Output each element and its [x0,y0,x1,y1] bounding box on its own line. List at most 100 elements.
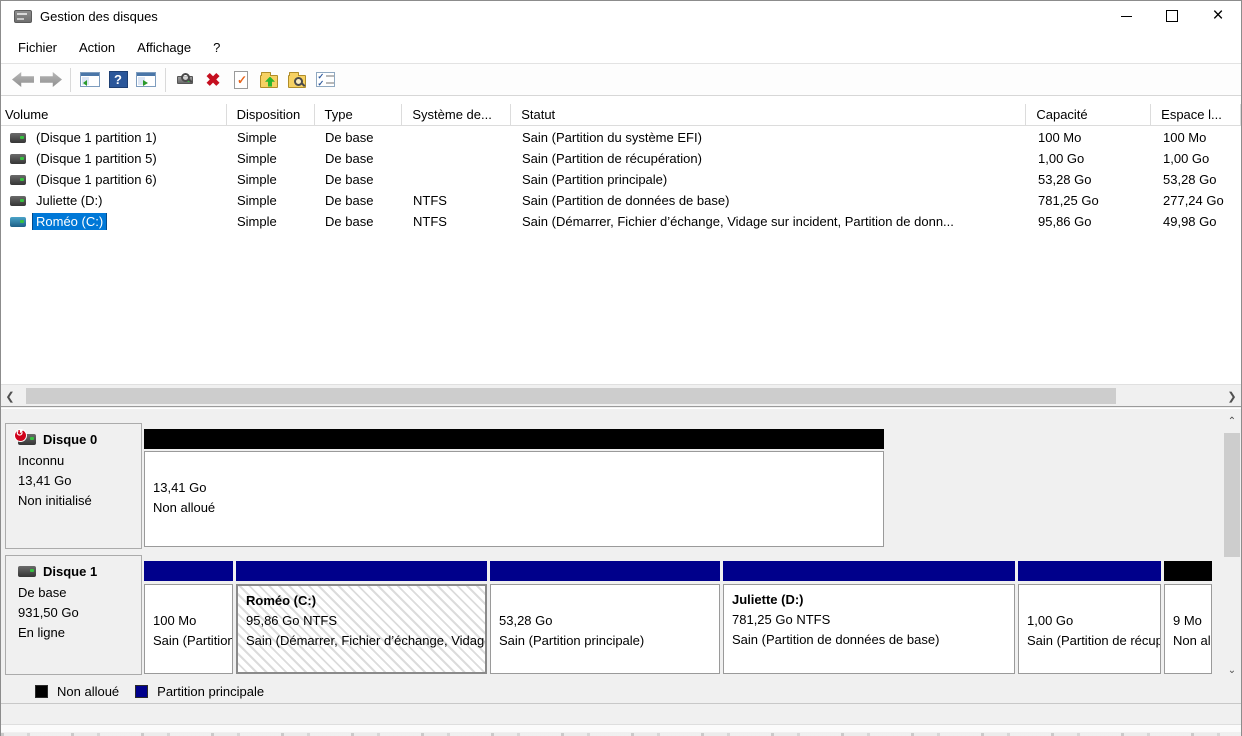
partition-info-line: 13,41 Go [153,478,883,498]
legend-swatch-unallocated [35,685,48,698]
volume-statut: Sain (Partition du système EFI) [512,130,1028,145]
menu-bar: Fichier Action Affichage ? [1,31,1241,63]
menu-fichier[interactable]: Fichier [7,35,68,60]
folder-up-icon [260,72,278,88]
horizontal-scrollbar: ❮ ❯ [1,384,1241,406]
volume-type: De base [315,193,403,208]
vertical-scroll-thumb[interactable] [1224,433,1240,557]
menu-action[interactable]: Action [68,35,126,60]
show-action-pane-button[interactable] [132,67,160,93]
column-header-volume[interactable]: Volume [1,104,227,126]
minimize-button[interactable] [1103,1,1149,31]
help-button[interactable]: ? [104,67,132,93]
title-bar: Gestion des disques × [1,1,1241,31]
check-document-button[interactable] [227,67,255,93]
partition-region[interactable]: 13,41 GoNon alloué [144,409,884,549]
column-header-capacite[interactable]: Capacité [1026,104,1151,126]
partition-body: Roméo (C:)95,86 Go NTFSSain (Démarrer, F… [236,584,487,674]
partition-color-band [236,561,487,581]
volume-capacite: 781,25 Go [1028,193,1153,208]
volume-statut: Sain (Partition de données de base) [512,193,1028,208]
volume-name: (Disque 1 partition 1) [33,129,160,146]
task-list-button[interactable]: ✓✓ [311,67,339,93]
partition-title: Roméo (C:) [246,591,485,611]
scroll-up-arrow[interactable]: ⌃ [1223,413,1241,430]
partition-info-line: Sain (Partition du système EFI) [153,631,232,651]
scroll-right-arrow[interactable]: ❯ [1223,385,1241,407]
disk-label-1[interactable]: Disque 1De base931,50 GoEn ligne [5,555,142,675]
partition-info-line: 95,86 Go NTFS [246,611,485,631]
volume-filesystem: NTFS [403,193,512,208]
partition-info-line: Sain (Démarrer, Fichier d’échange, Vidag… [246,631,485,651]
disk-label-0[interactable]: Disque 0Inconnu13,41 GoNon initialisé [5,423,142,549]
disk-name: Disque 1 [43,564,97,579]
partition-info-line: 9 Mo [1173,611,1211,631]
disk-info-line: 931,50 Go [18,603,141,623]
partition-info-line: 781,25 Go NTFS [732,610,1014,630]
partition-info-line: Non alloué [153,498,883,518]
rescan-disks-button[interactable] [171,67,199,93]
volume-espace-libre: 1,00 Go [1153,151,1242,166]
volume-type: De base [315,130,403,145]
table-row[interactable]: (Disque 1 partition 1)SimpleDe baseSain … [1,127,1241,148]
window-controls: × [1103,1,1241,31]
partition-info-line: Sain (Partition de données de base) [732,630,1014,650]
partition-info-line: Sain (Partition de récupération) [1027,631,1160,651]
folder-search-button[interactable] [283,67,311,93]
table-row[interactable]: (Disque 1 partition 5)SimpleDe baseSain … [1,148,1241,169]
partition-color-band [1018,561,1161,581]
volume-statut: Sain (Partition principale) [512,172,1028,187]
table-row[interactable]: Roméo (C:)SimpleDe baseNTFSSain (Démarre… [1,211,1241,232]
volume-icon [10,175,26,185]
forward-icon [40,72,62,87]
folder-search-icon [288,72,306,88]
partition-body: 13,41 GoNon alloué [144,451,884,547]
menu-affichage[interactable]: Affichage [126,35,202,60]
volume-name: Roméo (C:) [33,213,106,230]
close-button[interactable]: × [1195,1,1241,31]
disk-info-line: Inconnu [18,451,141,471]
volume-type: De base [315,151,403,166]
legend-label-unallocated: Non alloué [57,684,119,699]
horizontal-scroll-thumb[interactable] [26,388,1116,404]
legend-item-unallocated: Non alloué [35,684,119,699]
toolbar: ? ✖ ✓✓ [1,63,1241,96]
partition-color-band [723,561,1015,581]
folder-up-button[interactable] [255,67,283,93]
volume-name: Juliette (D:) [33,192,105,209]
help-icon: ? [109,71,128,88]
maximize-button[interactable] [1149,1,1195,31]
partition-title: Juliette (D:) [732,590,1014,610]
volume-name: (Disque 1 partition 6) [33,171,160,188]
table-row[interactable]: Juliette (D:)SimpleDe baseNTFSSain (Part… [1,190,1241,211]
column-header-statut[interactable]: Statut [511,104,1026,126]
column-header-filesystem[interactable]: Système de... [402,104,511,126]
legend: Non alloué Partition principale [1,679,1241,703]
volume-espace-libre: 100 Mo [1153,130,1242,145]
delete-button[interactable]: ✖ [199,67,227,93]
column-header-disposition[interactable]: Disposition [227,104,315,126]
volume-disposition: Simple [227,151,315,166]
show-console-tree-button[interactable] [76,67,104,93]
partition-info-line: 100 Mo [153,611,232,631]
vertical-scrollbar: ⌃ ⌄ [1223,413,1241,679]
back-button[interactable] [9,67,37,93]
partition-body: Juliette (D:)781,25 Go NTFSSain (Partiti… [723,584,1015,674]
disk-graph-pane: Disque 0Inconnu13,41 GoNon initialisé13,… [1,409,1241,679]
column-header-type[interactable]: Type [315,104,403,126]
forward-button[interactable] [37,67,65,93]
column-header-espace[interactable]: Espace l... [1151,104,1241,126]
disk-icon [18,566,36,577]
volume-type: De base [315,172,403,187]
scroll-left-arrow[interactable]: ❮ [1,385,19,407]
partition-info-line: Non alloué [1173,631,1211,651]
disk-management-window: Gestion des disques × Fichier Action Aff… [0,0,1242,736]
disk-error-icon [18,434,36,445]
delete-icon: ✖ [205,71,220,89]
menu-help[interactable]: ? [202,35,231,60]
partition-color-band [490,561,720,581]
rescan-disks-icon [177,76,193,84]
table-row[interactable]: (Disque 1 partition 6)SimpleDe baseSain … [1,169,1241,190]
scroll-down-arrow[interactable]: ⌄ [1223,662,1241,679]
partition-info-line: 1,00 Go [1027,611,1160,631]
